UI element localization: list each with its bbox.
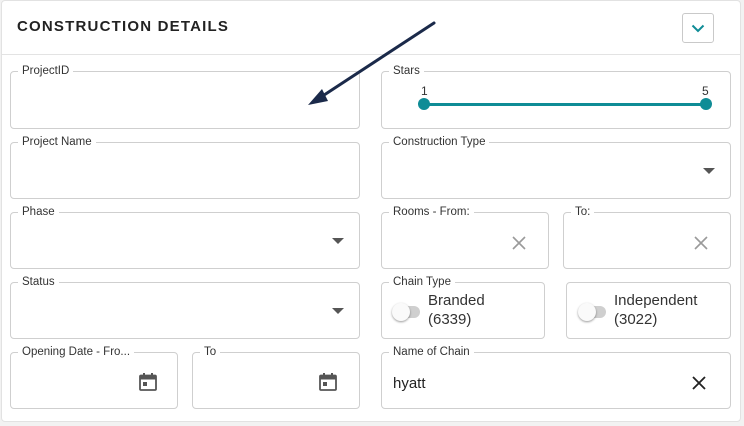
project-id-field[interactable]: ProjectID: [10, 64, 360, 129]
name-of-chain-value[interactable]: hyatt: [393, 375, 426, 392]
rooms-to-label: To:: [571, 205, 595, 219]
toggle-knob: [578, 303, 596, 321]
construction-type-label: Construction Type: [389, 135, 490, 149]
stars-slider-track[interactable]: [424, 103, 706, 106]
name-of-chain-field[interactable]: Name of Chain hyatt: [381, 345, 731, 409]
phase-label: Phase: [18, 205, 59, 219]
collapse-button[interactable]: [682, 13, 714, 43]
status-label: Status: [18, 275, 59, 289]
independent-toggle[interactable]: [578, 303, 606, 321]
construction-type-select[interactable]: Construction Type: [381, 135, 731, 199]
dropdown-caret-icon[interactable]: [332, 238, 344, 244]
opening-date-from-label: Opening Date - Fro...: [18, 345, 135, 359]
chain-type-label: Chain Type: [389, 275, 455, 289]
project-name-field[interactable]: Project Name: [10, 135, 360, 199]
chevron-down-icon: [691, 24, 705, 32]
clear-icon[interactable]: [694, 236, 708, 250]
construction-details-panel: CONSTRUCTION DETAILS ProjectID Project N…: [1, 0, 741, 422]
calendar-icon[interactable]: [138, 372, 158, 392]
calendar-icon[interactable]: [318, 372, 338, 392]
project-name-label: Project Name: [18, 135, 96, 149]
independent-count: (3022): [614, 311, 658, 328]
branded-count: (6339): [428, 311, 472, 328]
panel-title: CONSTRUCTION DETAILS: [17, 18, 230, 35]
stars-slider-min-handle[interactable]: [418, 98, 430, 110]
opening-date-to-field[interactable]: To: [192, 345, 360, 409]
panel-header: CONSTRUCTION DETAILS: [2, 1, 740, 55]
opening-date-to-label: To: [200, 345, 221, 359]
rooms-from-label: Rooms - From:: [389, 205, 474, 219]
toggle-knob: [392, 303, 410, 321]
dropdown-caret-icon[interactable]: [332, 308, 344, 314]
stars-min-value: 1: [421, 84, 428, 98]
chain-type-independent-box: Independent (3022): [566, 282, 731, 339]
branded-toggle[interactable]: [392, 303, 420, 321]
branded-label: Branded: [428, 292, 485, 309]
clear-icon[interactable]: [512, 236, 526, 250]
rooms-to-field[interactable]: To:: [563, 205, 731, 269]
stars-range-field: Stars 1 5: [381, 64, 731, 129]
stars-label: Stars: [389, 64, 424, 78]
name-of-chain-label: Name of Chain: [389, 345, 474, 359]
opening-date-from-field[interactable]: Opening Date - Fro...: [10, 345, 178, 409]
stars-slider-max-handle[interactable]: [700, 98, 712, 110]
rooms-from-field[interactable]: Rooms - From:: [381, 205, 549, 269]
independent-label: Independent: [614, 292, 698, 309]
dropdown-caret-icon[interactable]: [703, 168, 715, 174]
clear-icon[interactable]: [692, 376, 706, 390]
phase-select[interactable]: Phase: [10, 205, 360, 269]
chain-type-branded-box: Chain Type Branded (6339): [381, 275, 545, 339]
status-select[interactable]: Status: [10, 275, 360, 339]
project-id-label: ProjectID: [18, 64, 74, 78]
stars-max-value: 5: [702, 84, 709, 98]
